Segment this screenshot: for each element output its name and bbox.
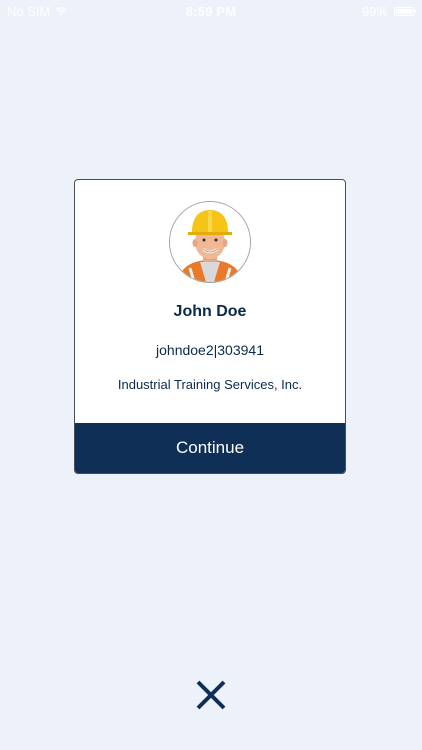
user-name: John Doe xyxy=(173,303,247,320)
account-card: John Doe johndoe2|303941 Industrial Trai… xyxy=(74,179,346,474)
battery-fill xyxy=(396,9,412,14)
status-right: 99% xyxy=(361,4,416,19)
continue-button[interactable]: Continue xyxy=(75,423,345,473)
close-button[interactable] xyxy=(193,677,229,713)
company-name: Industrial Training Services, Inc. xyxy=(117,377,303,392)
status-time: 8:59 PM xyxy=(185,4,237,19)
close-icon xyxy=(196,680,226,710)
battery-percent: 99% xyxy=(361,4,388,19)
user-id: johndoe2|303941 xyxy=(156,342,264,358)
worker-avatar xyxy=(169,201,251,283)
battery-icon xyxy=(394,7,416,16)
status-bar: No SIM 8:59 PM 99% xyxy=(0,0,422,22)
